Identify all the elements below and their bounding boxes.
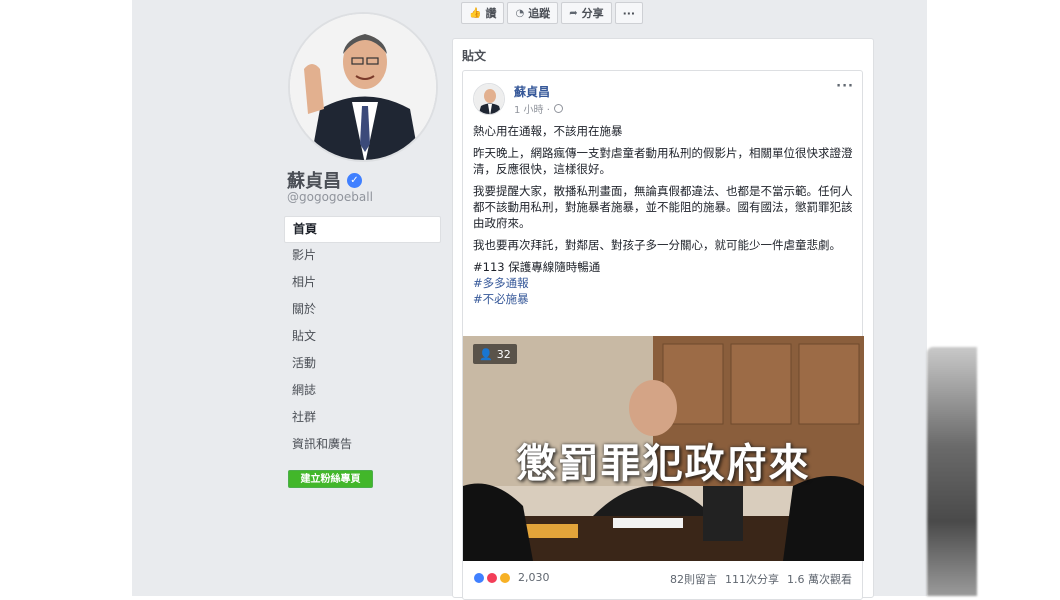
page-handle[interactable]: @gogogoeball (287, 190, 373, 204)
reaction-count: 2,030 (518, 571, 550, 584)
like-label: 讚 (485, 7, 497, 20)
follow-button[interactable]: ◔ 追蹤 (507, 2, 559, 24)
nav-item-posts[interactable]: 貼文 (284, 324, 441, 351)
portrait-image (290, 14, 436, 160)
thumbs-up-icon: 👍 (469, 7, 482, 19)
photo-count-value: 32 (496, 347, 511, 361)
post-paragraph: 我也要再次拜託，對鄰居、對孩子多一分關心，就可能少一件虐童悲劇。 (473, 238, 841, 252)
nav-item-home[interactable]: 首頁 (284, 216, 441, 243)
post-paragraph: 熱心用在通報，不該用在施暴 (473, 124, 623, 138)
page-action-bar: 👍 讚 ◔ 追蹤 ➦ 分享 ··· (461, 2, 644, 24)
page-nav: 首頁 影片 相片 關於 貼文 活動 網誌 社群 資訊和廣告 (284, 216, 441, 459)
verified-badge-icon: ✓ (347, 172, 362, 188)
screenshot: 蘇貞昌 ✓ @gogogoeball 首頁 影片 相片 關於 貼文 活動 網誌 … (0, 0, 1060, 600)
follow-label: 追蹤 (528, 7, 551, 20)
share-label: 分享 (581, 7, 604, 20)
post-card: 蘇貞昌 1 小時 · ··· 熱心用在通報，不該用在施暴 昨天晚上，網路瘋傳一支… (462, 70, 864, 600)
post-meta: 1 小時 · (514, 101, 563, 116)
post-paragraph: 我要提醒大家，散播私刑畫面，無論真假都違法、也都是不當示範。任何人都不該動用私刑… (473, 184, 853, 230)
like-button[interactable]: 👍 讚 (461, 2, 505, 24)
profile-picture[interactable] (288, 12, 438, 162)
posts-panel: 貼文 蘇貞昌 1 小時 · ··· 熱心用在通報，不該用在施暴 昨天晚上，網路瘋… (452, 38, 874, 600)
post-photo[interactable]: 👤 32 懲罰罪犯政府來 (463, 336, 864, 561)
nav-item-about[interactable]: 關於 (284, 297, 441, 324)
post-author-name[interactable]: 蘇貞昌 (514, 83, 550, 100)
comments-count[interactable]: 82則留言 (670, 571, 717, 587)
blurred-image-edge (927, 347, 977, 596)
nav-item-photos[interactable]: 相片 (284, 270, 441, 297)
hashtag-link[interactable]: #不必施暴 (473, 291, 858, 307)
post-paragraph: 昨天晚上，網路瘋傳一支對虐童者動用私刑的假影片，相關單位很快求證澄清，反應很快，… (473, 146, 853, 176)
post-body: 熱心用在通報，不該用在施暴 昨天晚上，網路瘋傳一支對虐童者動用私刑的假影片，相關… (473, 123, 858, 307)
like-reaction-icon (473, 571, 485, 584)
nav-item-info-ads[interactable]: 資訊和廣告 (284, 432, 441, 459)
rss-icon: ◔ (515, 7, 525, 19)
posts-heading: 貼文 (462, 49, 487, 63)
haha-reaction-icon (499, 571, 511, 584)
post-timestamp[interactable]: 1 小時 · (514, 101, 550, 116)
views-count: 1.6 萬次觀看 (787, 573, 852, 586)
author-thumbnail-image (474, 84, 504, 114)
post-options-icon[interactable]: ··· (836, 79, 854, 94)
nav-item-events[interactable]: 活動 (284, 351, 441, 378)
public-globe-icon (553, 104, 563, 113)
more-options-button[interactable]: ··· (614, 2, 644, 24)
love-reaction-icon (486, 571, 498, 584)
person-icon: 👤 (479, 347, 493, 361)
post-hotline-line: #113 保護專線隨時暢通 (473, 260, 601, 274)
nav-item-community[interactable]: 社群 (284, 405, 441, 432)
hashtag-link[interactable]: #多多通報 (473, 275, 858, 291)
share-button[interactable]: ➦ 分享 (561, 2, 612, 24)
reaction-summary[interactable]: 2,030 (473, 571, 550, 584)
nav-item-notes[interactable]: 網誌 (284, 378, 441, 405)
photo-overlay-caption: 懲罰罪犯政府來 (516, 441, 811, 487)
create-page-button[interactable]: 建立粉絲專頁 (288, 470, 373, 488)
photo-count-badge: 👤 32 (473, 344, 517, 364)
post-stats: 82則留言 111次分享 1.6 萬次觀看 (670, 571, 852, 587)
nav-item-videos[interactable]: 影片 (284, 243, 441, 270)
more-options-label: ··· (622, 6, 636, 20)
shares-count[interactable]: 111次分享 (725, 571, 779, 587)
post-author-avatar[interactable] (473, 83, 505, 115)
share-arrow-icon: ➦ (569, 7, 578, 19)
